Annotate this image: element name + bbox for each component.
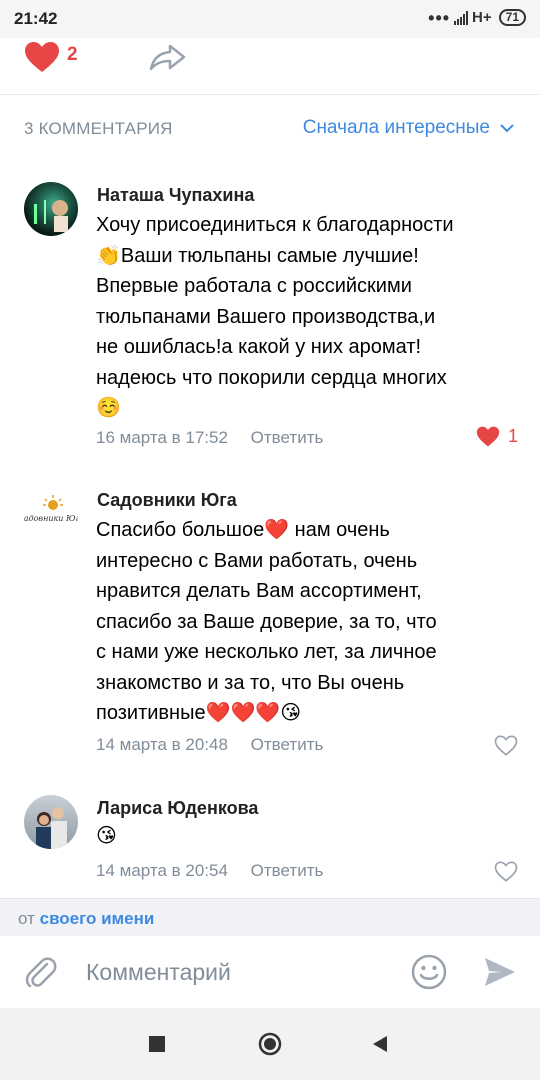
comment-as-strip: от своего имени <box>0 898 540 937</box>
comment-as-link[interactable]: своего имени <box>40 909 155 928</box>
heart-icon[interactable] <box>24 41 60 73</box>
comment-line: нравится делать Вам ассортимент, <box>96 580 422 602</box>
network-type: H+ <box>472 9 492 26</box>
post-actions: 2 <box>0 38 540 78</box>
share-icon[interactable] <box>148 41 188 73</box>
comment-item: Наташа Чупахина Хочу присоединиться к бл… <box>0 180 540 460</box>
notification-dots-icon: ••• <box>428 7 451 28</box>
avatar[interactable] <box>24 182 78 236</box>
like-count[interactable]: 2 <box>67 44 78 66</box>
reply-button[interactable]: Ответить <box>251 861 324 880</box>
send-icon[interactable] <box>482 954 518 990</box>
avatar[interactable]: Садовники Юга <box>24 489 78 543</box>
reply-button[interactable]: Ответить <box>251 428 324 447</box>
comment-like-button[interactable]: 1 <box>476 426 518 447</box>
comment-line: 👏Ваши тюльпаны самые лучшие! <box>96 244 419 267</box>
comment-like-count: 1 <box>507 426 518 446</box>
comment-input-bar <box>0 936 540 1008</box>
nav-back-icon[interactable] <box>370 1034 390 1054</box>
comment-as-prefix: от <box>18 909 35 928</box>
comment-line: спасибо за Ваше доверие, за то, что <box>96 610 437 633</box>
sort-dropdown[interactable]: Сначала интересные <box>303 117 514 139</box>
reply-button[interactable]: Ответить <box>251 735 324 754</box>
comment-input[interactable] <box>86 956 386 988</box>
comment-like-button[interactable] <box>494 735 518 756</box>
paperclip-icon[interactable] <box>22 954 58 990</box>
status-icons: ••• H+ 71 <box>428 7 526 28</box>
comments-header: 3 КОММЕНТАРИЯ Сначала интересные <box>0 115 540 145</box>
comment-meta: 14 марта в 20:48 Ответить <box>96 735 323 755</box>
comment-line: ☺️ <box>96 397 121 419</box>
chevron-down-icon <box>500 123 514 132</box>
heart-icon <box>476 426 500 447</box>
comment-date: 14 марта в 20:48 <box>96 735 228 754</box>
system-nav-bar <box>0 1008 540 1080</box>
comment-as-label: от своего имени <box>18 909 154 929</box>
comment-line: Впервые работала с российскими <box>96 275 412 297</box>
status-bar: 21:42 ••• H+ 71 <box>0 0 540 38</box>
comment-item: Садовники Юга Садовники Юга Спасибо боль… <box>0 487 540 767</box>
comment-line: знакомство и за то, что Вы очень <box>96 671 405 694</box>
comment-line: 😘 <box>96 825 117 847</box>
comment-meta: 16 марта в 17:52 Ответить <box>96 428 323 448</box>
comments-count: 3 КОММЕНТАРИЯ <box>24 119 173 138</box>
heart-outline-icon <box>494 735 518 756</box>
divider <box>0 94 540 95</box>
avatar[interactable] <box>24 795 78 849</box>
battery-icon: 71 <box>498 9 526 26</box>
comment-date: 14 марта в 20:54 <box>96 861 228 880</box>
comment-item: Лариса Юденкова 😘 14 марта в 20:54 Ответ… <box>0 793 540 893</box>
comment-line: Хочу присоединиться к благодарности <box>96 214 454 236</box>
comment-author[interactable]: Лариса Юденкова <box>97 798 258 819</box>
comment-line: тюльпанами Вашего производства,и <box>96 305 436 328</box>
signal-icon <box>454 10 469 25</box>
comment-text: Спасибо большое❤️ нам очень интересно с … <box>96 515 516 729</box>
comment-line: не ошиблась!а какой у них аромат! <box>96 336 422 358</box>
avatar-logo-text: Садовники Юга <box>24 514 78 523</box>
nav-square-icon[interactable] <box>149 1036 165 1052</box>
comment-date: 16 марта в 17:52 <box>96 428 228 447</box>
comment-text: Хочу присоединиться к благодарности 👏Ваш… <box>96 210 516 424</box>
status-time: 21:42 <box>14 9 58 28</box>
smile-icon[interactable] <box>411 954 447 990</box>
sort-label: Сначала интересные <box>302 117 490 138</box>
comment-line: позитивные❤️❤️❤️😘 <box>96 702 302 724</box>
comment-line: Спасибо большое❤️ нам очень <box>96 519 390 541</box>
comment-meta: 14 марта в 20:54 Ответить <box>96 861 323 881</box>
comment-line: интересно с Вами работать, очень <box>96 549 418 572</box>
comment-author[interactable]: Наташа Чупахина <box>97 185 254 206</box>
comment-text: 😘 <box>96 821 516 852</box>
nav-home-icon[interactable] <box>258 1032 282 1056</box>
comment-author[interactable]: Садовники Юга <box>97 490 237 511</box>
comment-line: надеюсь что покорили сердца многих <box>96 366 447 389</box>
heart-outline-icon <box>494 861 518 882</box>
comment-line: с нами уже несколько лет, за личное <box>96 641 437 663</box>
comment-like-button[interactable] <box>494 861 518 882</box>
